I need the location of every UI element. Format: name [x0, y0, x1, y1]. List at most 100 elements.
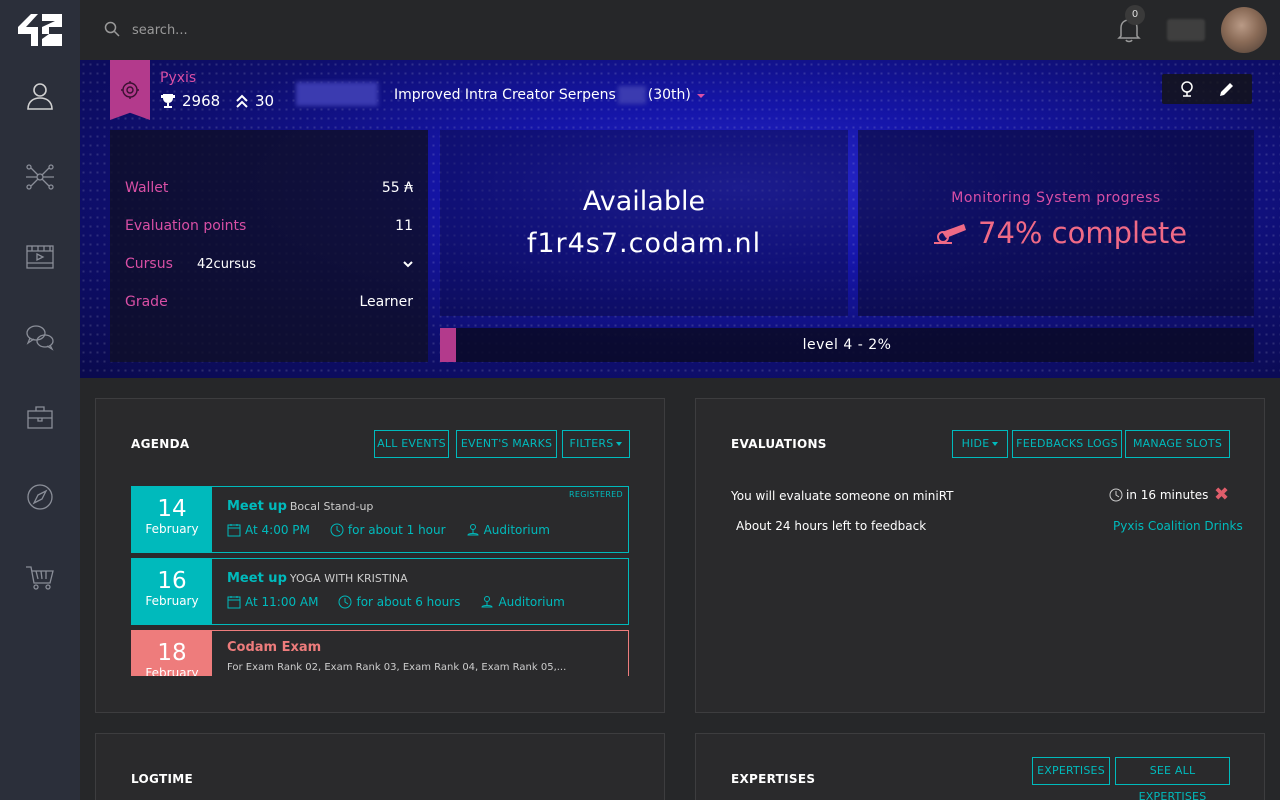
username-blurred	[296, 82, 378, 106]
caret-down-icon	[992, 442, 999, 446]
event-name: Meet up YOGA WITH KRISTINA	[227, 571, 408, 586]
wallet-value: 55 ₳	[381, 180, 413, 196]
agenda-card: AGENDA ALL EVENTS EVENT'S MARKS FILTERS …	[95, 398, 665, 713]
globe-icon[interactable]	[1178, 80, 1196, 98]
event-name: Codam Exam	[227, 640, 322, 655]
user-icon[interactable]	[24, 80, 56, 112]
eval-points-row: Evaluation points 11	[125, 218, 413, 234]
logo-42[interactable]	[18, 14, 62, 46]
registered-badge: REGISTERED	[569, 490, 623, 499]
location-panel: Available f1r4s7.codam.nl	[440, 130, 848, 316]
hero-actions	[1162, 74, 1252, 104]
hide-button[interactable]: HIDE	[952, 430, 1008, 458]
title-rank: (30th)	[647, 87, 691, 103]
avatar[interactable]	[1221, 7, 1267, 53]
clock-icon	[1109, 488, 1123, 502]
clock-icon	[330, 523, 344, 537]
coalition-name[interactable]: Pyxis	[160, 70, 196, 86]
see-all-expertises-button[interactable]: SEE ALL EXPERTISES	[1115, 757, 1230, 800]
evaluations-title: EVALUATIONS	[731, 437, 827, 451]
compass-icon[interactable]	[24, 481, 56, 513]
title-blurred	[617, 86, 646, 104]
chevron-down-icon[interactable]	[403, 259, 413, 269]
feedbacks-logs-button[interactable]: FEEDBACKS LOGS	[1012, 430, 1122, 458]
eval-points-value: 11	[395, 218, 413, 234]
location-status: Available	[582, 186, 706, 217]
edit-pencil-icon[interactable]	[1218, 80, 1236, 98]
events-marks-button[interactable]: EVENT'S MARKS	[456, 430, 557, 458]
coalition-banner[interactable]	[110, 60, 150, 120]
companies-icon[interactable]	[24, 401, 56, 433]
cannon-icon	[934, 224, 966, 244]
rank-value: 30	[255, 92, 275, 110]
wallet-row: Wallet 55 ₳	[125, 180, 413, 196]
title-selector[interactable]: Improved Intra Creator Serpens (30th)	[394, 86, 705, 104]
grade-row: Grade Learner	[125, 294, 413, 310]
cursus-label: Cursus	[125, 256, 173, 272]
cursus-select[interactable]: 42cursus	[197, 257, 256, 272]
score-value: 2968	[182, 92, 221, 110]
logtime-card: LOGTIME	[95, 733, 665, 800]
event-item[interactable]: 14 February REGISTERED Meet up Bocal Stan…	[131, 486, 629, 553]
calendar-icon	[227, 524, 241, 537]
event-date: 18 February	[132, 631, 212, 676]
elearning-icon[interactable]	[24, 241, 56, 273]
expertises-title: EXPERTISES	[731, 772, 816, 786]
coalition-rank: 30	[235, 92, 274, 110]
holy-graph-icon[interactable]	[24, 161, 56, 193]
rank-chevrons-icon	[236, 94, 248, 108]
expertises-card: EXPERTISES EXPERTISES SEE ALL EXPERTISES	[695, 733, 1265, 800]
sidebar	[0, 0, 80, 800]
monitoring-value: 74% complete	[978, 216, 1188, 250]
agenda-title: AGENDA	[131, 437, 190, 451]
evaluation-time: in 16 minutes	[1109, 488, 1208, 502]
topbar: 0	[80, 0, 1280, 60]
trophy-icon	[161, 94, 175, 108]
caret-down-icon[interactable]	[696, 94, 705, 98]
notification-badge: 0	[1125, 5, 1145, 25]
cursus-row[interactable]: Cursus 42cursus	[125, 256, 413, 272]
profile-hero: Pyxis 2968 30 Improved Intra Creator Ser…	[80, 60, 1280, 378]
wallet-label: Wallet	[125, 180, 169, 196]
event-item[interactable]: 18 February Codam Exam For Exam Rank 02,…	[131, 630, 629, 676]
event-date: 14 February	[132, 487, 212, 552]
level-text: level 4 - 2%	[802, 337, 892, 353]
feedback-text: About 24 hours left to feedback	[736, 519, 927, 533]
user-info-panel: Wallet 55 ₳ Evaluation points 11 Cursus …	[110, 130, 428, 362]
grade-value: Learner	[359, 294, 414, 310]
search-input[interactable]	[132, 18, 432, 42]
coalition-emblem-icon	[121, 81, 139, 99]
correction-score: 2968	[160, 92, 220, 110]
calendar-icon	[227, 596, 241, 609]
event-meta: At 11:00 AM for about 6 hours Auditorium	[227, 595, 565, 609]
location-icon	[467, 524, 479, 536]
forum-icon[interactable]	[24, 321, 56, 353]
level-progress-bar: level 4 - 2%	[440, 328, 1254, 362]
monitoring-progress: 74% complete	[934, 216, 1187, 250]
event-description: For Exam Rank 02, Exam Rank 03, Exam Ran…	[227, 662, 567, 673]
eval-points-label: Evaluation points	[125, 218, 247, 234]
filters-button[interactable]: FILTERS	[562, 430, 630, 458]
feedback-link[interactable]: Pyxis Coalition Drinks	[1113, 519, 1243, 533]
shop-icon[interactable]	[24, 561, 56, 593]
event-date: 16 February	[132, 559, 212, 624]
cancel-evaluation-icon[interactable]: ✖	[1214, 484, 1229, 505]
event-item[interactable]: 16 February Meet up YOGA WITH KRISTINA At…	[131, 558, 629, 625]
evaluation-text: You will evaluate someone on miniRT	[731, 489, 954, 503]
all-events-button[interactable]: ALL EVENTS	[374, 430, 449, 458]
user-login-blurred[interactable]	[1167, 19, 1205, 41]
location-host: f1r4s7.codam.nl	[526, 228, 762, 259]
caret-down-icon	[616, 442, 623, 446]
evaluations-card: EVALUATIONS HIDE FEEDBACKS LOGS MANAGE S…	[695, 398, 1265, 713]
manage-slots-button[interactable]: MANAGE SLOTS	[1125, 430, 1230, 458]
logtime-title: LOGTIME	[131, 772, 193, 786]
search-icon[interactable]	[104, 21, 120, 37]
monitoring-label: Monitoring System progress	[951, 190, 1161, 206]
event-meta: At 4:00 PM for about 1 hour Auditorium	[227, 523, 550, 537]
clock-icon	[338, 595, 352, 609]
events-list: 14 February REGISTERED Meet up Bocal Stan…	[131, 486, 629, 676]
monitoring-panel: Monitoring System progress 74% complete	[858, 130, 1254, 316]
event-name: Meet up Bocal Stand-up	[227, 499, 374, 514]
expertises-button[interactable]: EXPERTISES	[1032, 757, 1110, 785]
title-text: Improved Intra Creator Serpens	[394, 87, 616, 103]
